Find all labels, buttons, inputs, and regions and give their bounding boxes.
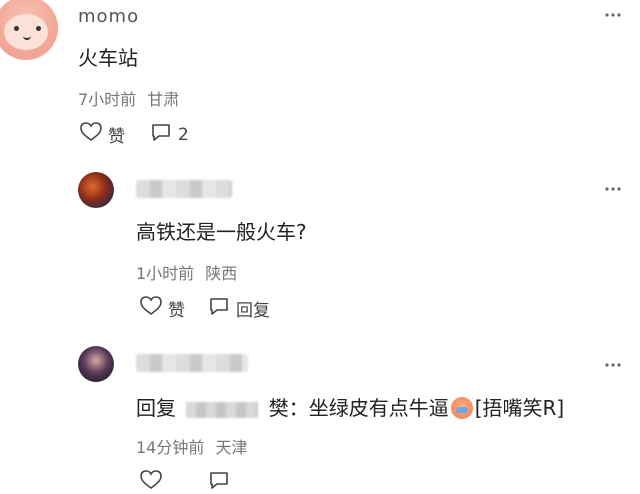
avatar-momo[interactable] — [0, 0, 58, 60]
emoji-icon — [450, 397, 473, 419]
reply-to-suffix: 樊 — [268, 396, 289, 420]
comment-time: 1小时前 — [136, 264, 195, 283]
comment-icon — [150, 122, 172, 147]
reply-colon: ： — [288, 396, 309, 420]
blurred-mention — [186, 401, 259, 418]
avatar-reply-2[interactable] — [78, 346, 114, 382]
reply-label: 回复 — [236, 301, 270, 321]
heart-icon — [140, 296, 162, 321]
reply-count-button[interactable]: 2 — [150, 122, 189, 147]
comment-time: 7小时前 — [78, 90, 137, 109]
comment-location: 天津 — [215, 438, 248, 457]
like-label: 赞 — [108, 127, 125, 147]
like-label: 赞 — [168, 301, 185, 321]
like-button[interactable]: 赞 — [140, 296, 185, 321]
heart-icon[interactable] — [140, 470, 162, 494]
reply-button[interactable]: 回复 — [208, 296, 270, 321]
blurred-username — [136, 354, 248, 372]
comment-text: 坐绿皮有点牛逼 — [308, 396, 449, 420]
avatar-eye-icon — [14, 26, 19, 31]
blurred-username — [136, 180, 232, 198]
comment-username[interactable]: momo — [78, 6, 139, 27]
comment-meta: 14分钟前 天津 — [136, 434, 247, 458]
comment-location: 陕西 — [205, 264, 238, 283]
avatar-face — [4, 14, 48, 50]
comment-text: 高铁还是一般火车? — [136, 220, 307, 244]
avatar-eye-icon — [36, 26, 41, 31]
comment-icon[interactable] — [208, 470, 230, 494]
reply-count: 2 — [178, 124, 189, 145]
more-icon[interactable] — [604, 356, 622, 379]
heart-icon — [80, 122, 102, 147]
comment-icon — [208, 296, 230, 321]
comment-meta: 1小时前 陕西 — [136, 260, 237, 284]
reply-prefix: 回复 — [136, 396, 176, 420]
emoji-tag: [捂嘴笑R] — [474, 396, 565, 420]
comment-location: 甘肃 — [147, 90, 180, 109]
comment-text: 火车站 — [78, 46, 138, 70]
comment-time: 14分钟前 — [136, 438, 205, 457]
avatar-reply-1[interactable] — [78, 172, 114, 208]
like-button[interactable]: 赞 — [80, 122, 125, 147]
more-icon[interactable] — [604, 180, 622, 203]
comment-meta: 7小时前 甘肃 — [78, 86, 179, 110]
reply-text-line: 回复 樊：坐绿皮有点牛逼 [捂嘴笑R] — [136, 392, 564, 421]
more-icon[interactable] — [604, 6, 622, 29]
